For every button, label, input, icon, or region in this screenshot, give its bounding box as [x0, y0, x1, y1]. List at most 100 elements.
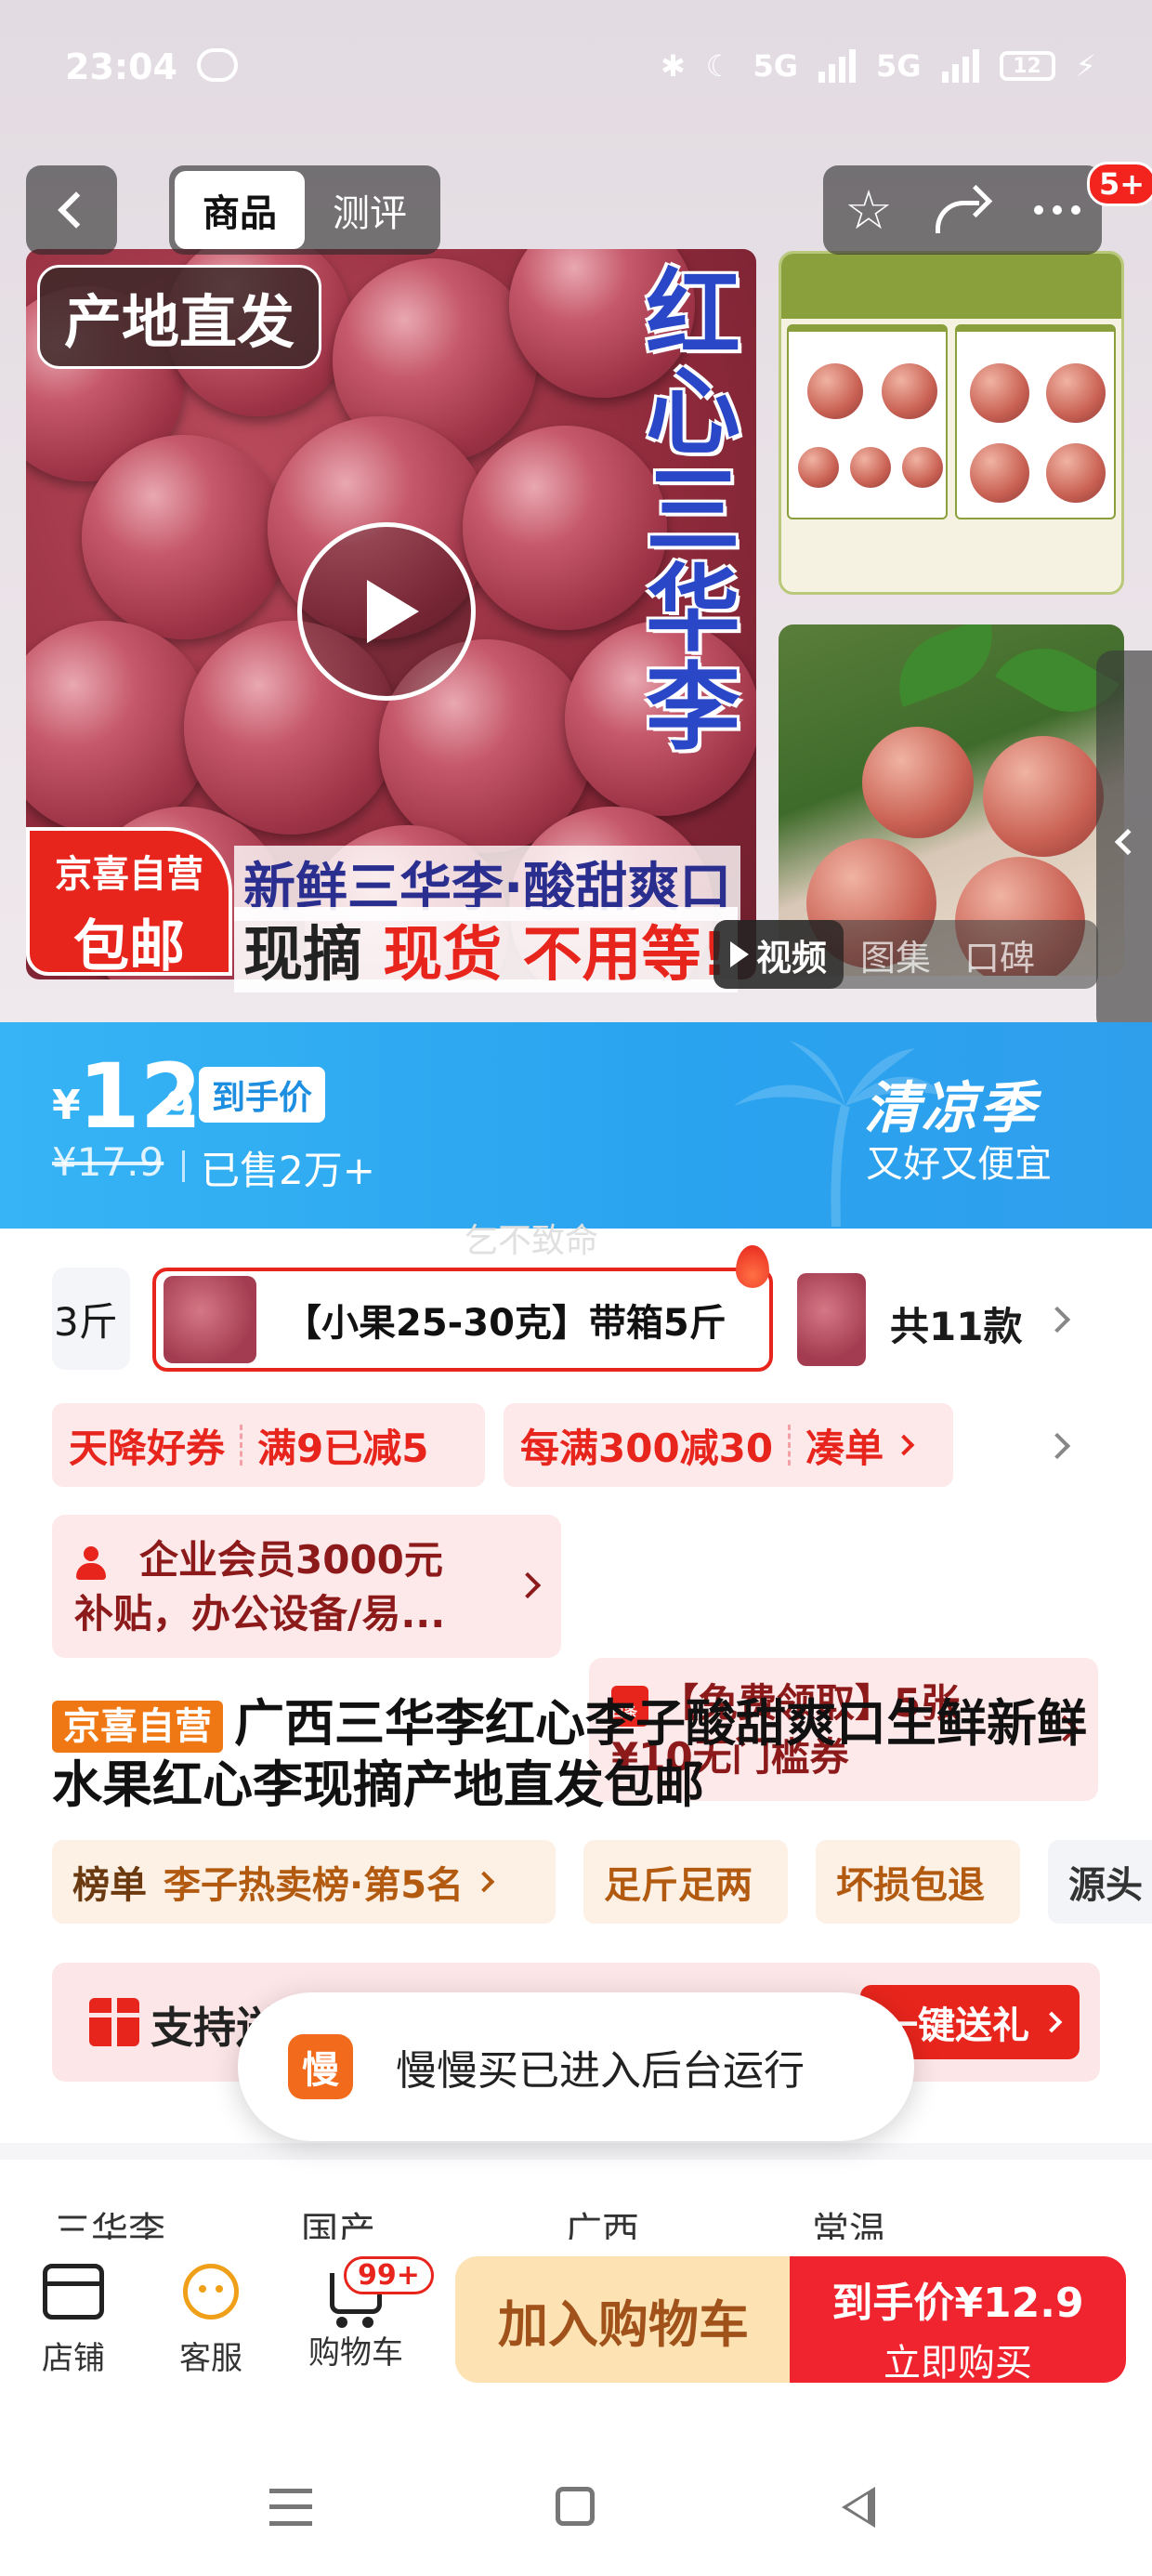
back-button[interactable] — [26, 165, 117, 255]
enterprise-member-card[interactable]: 企业会员3000元 补贴，办公设备/易... — [52, 1515, 561, 1658]
battery-icon: 12 — [999, 51, 1055, 81]
shop-button[interactable]: 店铺 — [22, 2264, 124, 2378]
price-decimal: .9 — [149, 1082, 195, 1132]
coupon-chevron-icon — [893, 1434, 915, 1456]
wechat-icon — [197, 48, 238, 82]
service-label: 客服 — [179, 2340, 242, 2377]
battery-level: 12 — [1013, 54, 1041, 78]
product-gallery[interactable]: 产地直发 红心三华李 京喜自营 包邮 新鲜三华李·酸甜爽口 现摘 现货 不用等! — [0, 0, 1152, 1022]
coupon-sky-title: 天降好券 — [69, 1425, 226, 1471]
top-tabs: 商品 测评 — [169, 165, 440, 255]
sku-selected-label: 【小果25-30克】带箱5斤 — [284, 1302, 727, 1345]
season-subtitle: 又好又便宜 — [866, 1143, 1052, 1186]
back-nav-icon[interactable] — [842, 2487, 875, 2528]
signal-5g-label-2: 5G — [876, 48, 922, 84]
signal-2-icon — [941, 49, 979, 83]
tab-video-label: 视频 — [756, 937, 828, 979]
info-thumbnail-header — [781, 254, 1121, 319]
price-currency: ¥ — [52, 1082, 81, 1129]
signal-icon — [818, 49, 856, 83]
pill-full-weight[interactable]: 足斤足两 — [583, 1840, 788, 1924]
notification-badge: 5+ — [1087, 162, 1152, 206]
self-operated-badge: 京喜自营 包邮 — [26, 827, 232, 979]
slogan-instock: 现货 不用等! — [383, 921, 728, 990]
coupon-sky-value: 满9已减5 — [257, 1425, 429, 1471]
tab-reviews[interactable]: 口碑 — [948, 929, 1052, 980]
sku-option-selected[interactable]: 【小果25-30克】带箱5斤 — [152, 1268, 773, 1372]
enterprise-line-1: 企业会员3000元 — [139, 1537, 443, 1583]
sku-thumbnail-next[interactable] — [797, 1273, 866, 1366]
ripeness-panel — [787, 324, 948, 519]
coupon-combine-label: 凑单 — [805, 1425, 884, 1471]
season-title: 清凉季 — [864, 1076, 1037, 1141]
free-shipping-label: 包邮 — [73, 914, 185, 979]
status-bar: 23:04 ✱ ☾ 5G 5G 12 ⚡ — [0, 0, 1152, 139]
share-icon[interactable] — [936, 190, 991, 233]
tab-product[interactable]: 商品 — [175, 171, 305, 249]
back-icon — [58, 191, 95, 229]
rank-pill[interactable]: 榜单 李子热卖榜·第5名 — [52, 1840, 556, 1924]
product-title: 京喜自营 广西三华李红心李子酸甜爽口生鲜新鲜水果红心李现摘产地直发包邮 — [52, 1693, 1102, 1816]
pill-source[interactable]: 源头 — [1048, 1840, 1152, 1924]
hot-flame-icon — [736, 1245, 769, 1288]
info-thumbnail[interactable] — [779, 251, 1124, 595]
media-tabs: 视频 图集 口碑 — [713, 920, 1098, 989]
home-icon[interactable] — [556, 2487, 595, 2526]
tab-gallery[interactable]: 图集 — [844, 929, 948, 980]
sku-count[interactable]: 共11款 — [890, 1295, 1022, 1352]
gift-chevron-icon — [1041, 2011, 1063, 2033]
title-self-operated-tag: 京喜自营 — [52, 1701, 223, 1754]
side-drawer-tab[interactable] — [1096, 651, 1152, 1033]
sku-option-prev[interactable]: 3斤 — [52, 1268, 130, 1370]
watermark-text: 乞不致命 — [465, 1222, 599, 1260]
rank-label: 榜单 — [72, 1864, 147, 1907]
enterprise-line-2: 补贴，办公设备/易... — [74, 1591, 446, 1636]
buy-price-label: 到手价¥12.9 — [831, 2280, 1084, 2327]
customer-service-button[interactable]: 客服 — [160, 2264, 262, 2378]
coupon-full-reduction[interactable]: 每满300减30 凑单 — [504, 1403, 953, 1487]
pill-damage-refund[interactable]: 坏损包退 — [816, 1840, 1020, 1924]
slogan-pick: 现摘 — [243, 921, 362, 990]
play-video-button[interactable] — [297, 522, 476, 701]
play-small-icon — [730, 941, 749, 967]
background-running-toast: 慢 慢慢买已进入后台运行 — [238, 1992, 914, 2141]
charging-icon: ⚡ — [1075, 48, 1096, 84]
tab-review[interactable]: 测评 — [305, 171, 435, 249]
person-icon — [74, 1545, 108, 1580]
shop-icon — [43, 2264, 104, 2320]
add-to-cart-button[interactable]: 加入购物车 — [455, 2256, 792, 2383]
coupon-sky[interactable]: 天降好券 满9已减5 — [52, 1403, 485, 1487]
manmanmai-app-icon: 慢 — [288, 2034, 353, 2099]
tab-video[interactable]: 视频 — [713, 920, 844, 989]
play-icon — [367, 580, 419, 643]
coupons-more-icon[interactable] — [1043, 1432, 1071, 1460]
sku-chevron-right-icon[interactable] — [1043, 1306, 1071, 1334]
signal-5g-label-1: 5G — [753, 48, 798, 84]
buy-now-button[interactable]: 到手价¥12.9 立即购买 — [790, 2256, 1126, 2385]
buy-now-label: 立即购买 — [884, 2342, 1032, 2385]
vertical-title: 红心三华李 — [646, 259, 740, 764]
cart-label: 购物车 — [308, 2334, 403, 2372]
section-divider — [0, 2143, 1152, 2160]
sold-count: 已售2万+ — [201, 1148, 375, 1193]
top-actions: ☆ — [823, 165, 1102, 255]
bluetooth-icon: ✱ — [660, 48, 686, 84]
more-icon[interactable] — [1034, 205, 1080, 215]
rank-chevron-icon — [473, 1871, 495, 1893]
app-icon-text: 慢 — [302, 2049, 339, 2092]
sku-thumbnail — [164, 1276, 256, 1363]
moon-icon: ☾ — [705, 48, 733, 84]
eating-panel — [955, 324, 1116, 519]
toast-text: 慢慢买已进入后台运行 — [396, 2047, 805, 2095]
origin-badge: 产地直发 — [37, 265, 322, 369]
chevron-left-icon — [1114, 828, 1142, 856]
system-nav-bar — [0, 2435, 1152, 2576]
favorite-star-icon[interactable]: ☆ — [844, 183, 893, 237]
price-banner: ¥ 12 .9 到手价 ¥17.9 已售2万+ 清凉季 又好又便宜 — [0, 1022, 1152, 1229]
status-time: 23:04 — [65, 46, 177, 87]
cart-count-badge: 99+ — [344, 2256, 434, 2294]
shop-label: 店铺 — [42, 2340, 105, 2377]
price-separator — [182, 1150, 185, 1182]
recent-apps-icon[interactable] — [269, 2489, 312, 2526]
coupon-reduction-value: 每满300减30 — [520, 1425, 774, 1471]
